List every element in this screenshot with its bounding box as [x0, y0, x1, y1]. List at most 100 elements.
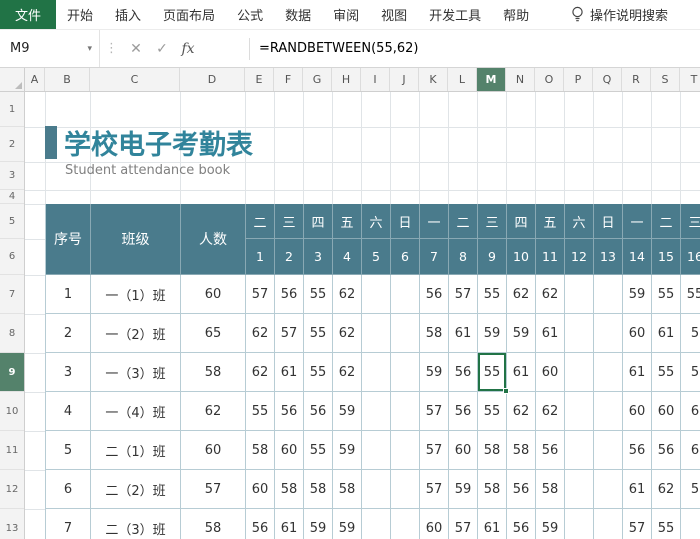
date-header[interactable]: 14 [623, 239, 652, 275]
cell-no[interactable]: 3 [46, 353, 91, 392]
cell-count[interactable]: 58 [181, 353, 246, 392]
cell-day[interactable]: 61 [652, 314, 681, 353]
row-header-3[interactable]: 3 [0, 162, 24, 190]
cell-day[interactable]: 59 [449, 470, 478, 509]
cell-day[interactable] [362, 275, 391, 314]
cell-day[interactable] [565, 275, 594, 314]
date-header[interactable]: 13 [594, 239, 623, 275]
date-header[interactable]: 16 [681, 239, 700, 275]
weekday-header[interactable]: 六 [362, 204, 391, 239]
date-header[interactable]: 4 [333, 239, 362, 275]
cell-day[interactable] [565, 353, 594, 392]
row-header-10[interactable]: 10 [0, 392, 24, 431]
cell-count[interactable]: 62 [181, 392, 246, 431]
weekday-header[interactable]: 三 [681, 204, 700, 239]
cell-day[interactable]: 59 [333, 509, 362, 539]
cell-day[interactable]: 56 [275, 275, 304, 314]
cell-day[interactable]: 59 [333, 431, 362, 470]
cell-day[interactable]: 62 [507, 392, 536, 431]
cell-day[interactable]: 56 [507, 470, 536, 509]
cell-day[interactable]: 58 [536, 470, 565, 509]
date-header[interactable]: 1 [246, 239, 275, 275]
cell-day[interactable] [594, 275, 623, 314]
cell-day[interactable]: 59 [507, 314, 536, 353]
cell-day[interactable] [565, 509, 594, 539]
cell-day[interactable] [362, 314, 391, 353]
cell-day[interactable] [594, 353, 623, 392]
row-header-7[interactable]: 7 [0, 275, 24, 314]
cell-count[interactable]: 58 [181, 509, 246, 539]
cell-day[interactable]: 62 [246, 314, 275, 353]
cell-day[interactable] [565, 431, 594, 470]
cell-day[interactable]: 5 [681, 353, 700, 392]
cell-day[interactable]: 62 [333, 353, 362, 392]
date-header[interactable]: 6 [391, 239, 420, 275]
ribbon-tab-开发工具[interactable]: 开发工具 [418, 0, 492, 29]
cell-day[interactable]: 60 [623, 314, 652, 353]
column-header-D[interactable]: D [180, 68, 245, 91]
cell-count[interactable]: 60 [181, 275, 246, 314]
date-header[interactable]: 7 [420, 239, 449, 275]
cell-no[interactable]: 2 [46, 314, 91, 353]
cell-day[interactable]: 62 [652, 470, 681, 509]
cell-day[interactable]: 60 [652, 392, 681, 431]
cell-day[interactable]: 56 [304, 392, 333, 431]
column-header-B[interactable]: B [45, 68, 90, 91]
ribbon-tab-数据[interactable]: 数据 [274, 0, 322, 29]
cell-class[interactable]: 二（3）班 [91, 509, 181, 539]
row-header-13[interactable]: 13 [0, 509, 24, 539]
cell-day[interactable] [594, 392, 623, 431]
ribbon-tab-页面布局[interactable]: 页面布局 [152, 0, 226, 29]
cell-day[interactable]: 58 [420, 314, 449, 353]
weekday-header[interactable]: 六 [565, 204, 594, 239]
cell-day[interactable] [391, 470, 420, 509]
cancel-icon[interactable]: ✕ [123, 41, 149, 57]
cell-day[interactable]: 57 [420, 470, 449, 509]
column-header-I[interactable]: I [361, 68, 390, 91]
cell-no[interactable]: 4 [46, 392, 91, 431]
cell-day[interactable]: 55 [478, 392, 507, 431]
cell-day[interactable]: 60 [623, 392, 652, 431]
cell-day[interactable]: 59 [623, 275, 652, 314]
cell-class[interactable]: 二（2）班 [91, 470, 181, 509]
cell-day[interactable] [362, 392, 391, 431]
column-header-L[interactable]: L [448, 68, 477, 91]
row-header-2[interactable]: 2 [0, 127, 24, 162]
cell-day[interactable]: 60 [246, 470, 275, 509]
weekday-header[interactable]: 二 [246, 204, 275, 239]
column-header-S[interactable]: S [651, 68, 680, 91]
date-header[interactable]: 8 [449, 239, 478, 275]
ribbon-tab-公式[interactable]: 公式 [226, 0, 274, 29]
cell-day[interactable]: 55 [304, 314, 333, 353]
cell-day[interactable]: 55 [478, 275, 507, 314]
cell-day[interactable] [565, 314, 594, 353]
cell-day[interactable] [362, 353, 391, 392]
cell-day[interactable]: 62 [333, 275, 362, 314]
weekday-header[interactable]: 日 [594, 204, 623, 239]
column-header-R[interactable]: R [622, 68, 651, 91]
date-header[interactable]: 15 [652, 239, 681, 275]
cell-day[interactable]: 61 [275, 509, 304, 539]
cell-day[interactable]: 57 [420, 392, 449, 431]
ribbon-tab-开始[interactable]: 开始 [56, 0, 104, 29]
cell-day[interactable]: 59 [304, 509, 333, 539]
cell-day[interactable]: 57 [420, 431, 449, 470]
date-header[interactable]: 10 [507, 239, 536, 275]
cell-class[interactable]: 一（4）班 [91, 392, 181, 431]
column-header-G[interactable]: G [303, 68, 332, 91]
cell-day[interactable]: 58 [507, 431, 536, 470]
cell-day[interactable]: 61 [623, 353, 652, 392]
ribbon-tab-视图[interactable]: 视图 [370, 0, 418, 29]
cell-day[interactable] [362, 509, 391, 539]
cell-day[interactable]: 59 [478, 314, 507, 353]
cell-day[interactable] [362, 431, 391, 470]
date-header[interactable]: 3 [304, 239, 333, 275]
cell-day[interactable]: 56 [246, 509, 275, 539]
column-header-F[interactable]: F [274, 68, 303, 91]
date-header[interactable]: 2 [275, 239, 304, 275]
cell-day[interactable]: 58 [246, 431, 275, 470]
cell-day[interactable]: 57 [275, 314, 304, 353]
cell-day[interactable] [565, 392, 594, 431]
cell-day[interactable]: 61 [275, 353, 304, 392]
cell-day[interactable] [391, 509, 420, 539]
